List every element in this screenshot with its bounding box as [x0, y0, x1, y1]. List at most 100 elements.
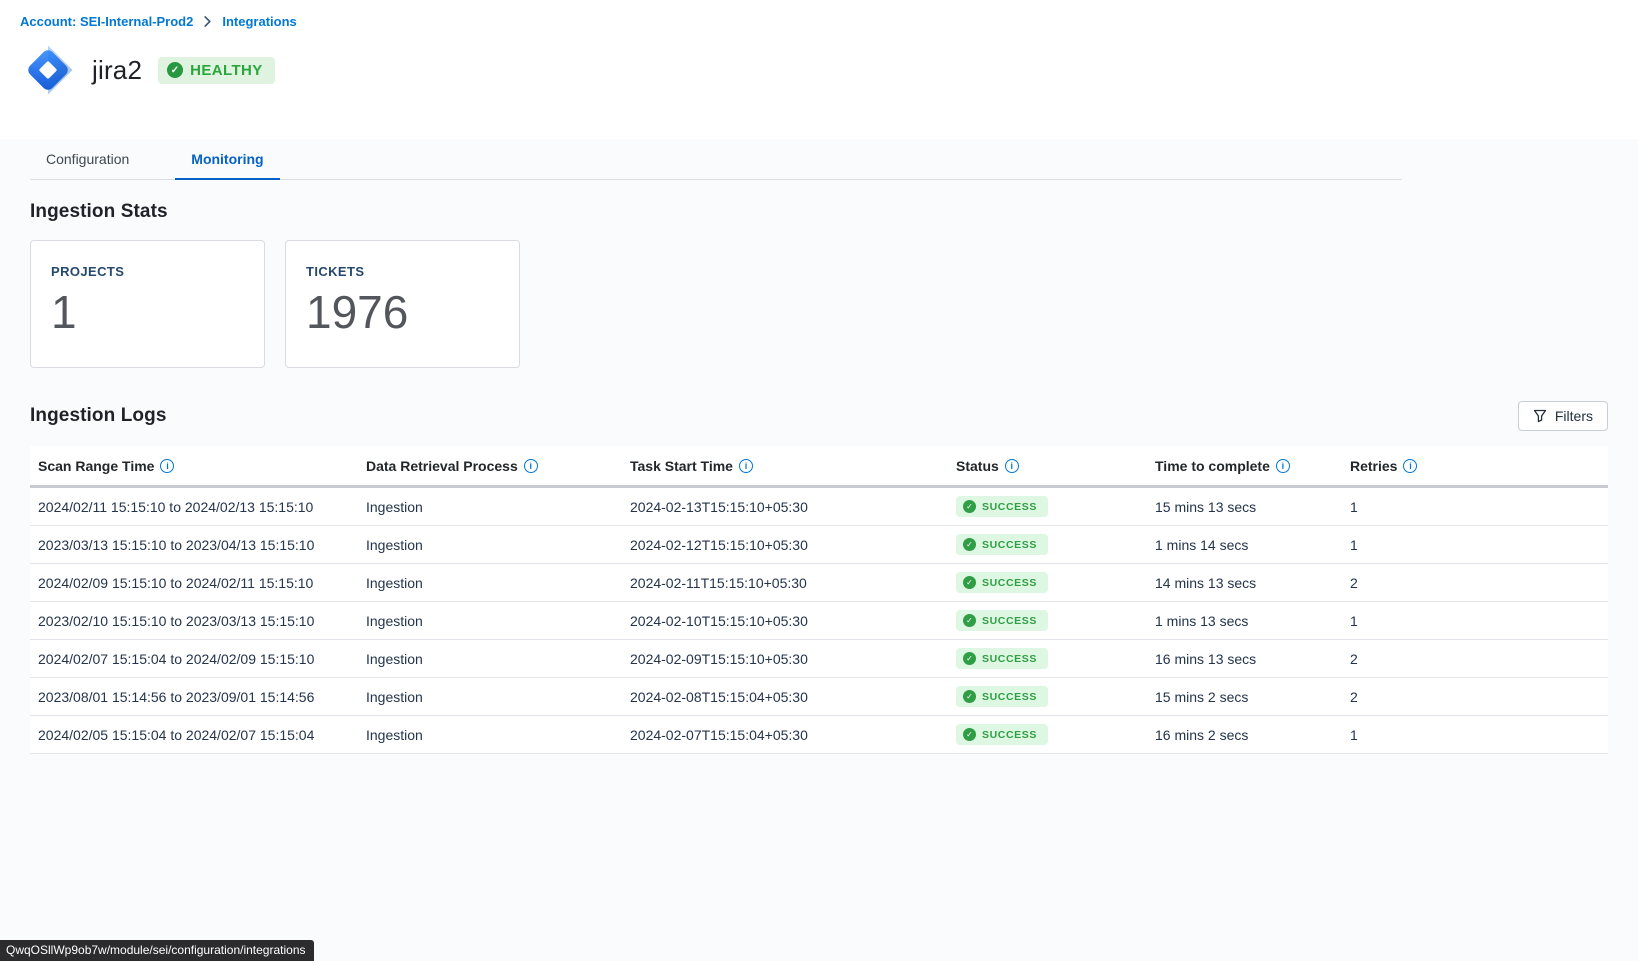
- column-header-retries: Retries: [1350, 458, 1397, 474]
- cell-scan-range: 2024/02/09 15:15:10 to 2024/02/11 15:15:…: [30, 564, 358, 602]
- tabbar: Configuration Monitoring: [0, 139, 1638, 180]
- cell-task-start: 2024-02-09T15:15:10+05:30: [622, 640, 948, 678]
- cell-retries: 1: [1342, 487, 1608, 526]
- info-icon[interactable]: i: [160, 459, 174, 473]
- ingestion-logs-title: Ingestion Logs: [30, 405, 167, 427]
- link-preview-statusbar: QwqOSllWp9ob7w/module/sei/configuration/…: [0, 940, 314, 961]
- table-row: 2024/02/05 15:15:04 to 2024/02/07 15:15:…: [30, 716, 1608, 754]
- table-row: 2023/08/01 15:14:56 to 2023/09/01 15:14:…: [30, 678, 1608, 716]
- jira-logo-icon: [20, 42, 76, 98]
- table-row: 2023/02/10 15:15:10 to 2023/03/13 15:15:…: [30, 602, 1608, 640]
- cell-retries: 2: [1342, 564, 1608, 602]
- info-icon[interactable]: i: [1276, 459, 1290, 473]
- cell-task-start: 2024-02-11T15:15:10+05:30: [622, 564, 948, 602]
- check-icon: ✓: [963, 690, 976, 703]
- check-icon: ✓: [963, 614, 976, 627]
- cell-process: Ingestion: [358, 487, 622, 526]
- cell-process: Ingestion: [358, 716, 622, 754]
- cell-scan-range: 2024/02/05 15:15:04 to 2024/02/07 15:15:…: [30, 716, 358, 754]
- table-row: 2024/02/09 15:15:10 to 2024/02/11 15:15:…: [30, 564, 1608, 602]
- status-label: SUCCESS: [982, 691, 1037, 703]
- check-icon: ✓: [963, 538, 976, 551]
- stat-label: PROJECTS: [51, 264, 244, 279]
- filter-funnel-icon: [1533, 409, 1547, 423]
- stats-cards: PROJECTS 1 TICKETS 1976: [30, 240, 1608, 368]
- cell-retries: 1: [1342, 716, 1608, 754]
- cell-time-to-complete: 15 mins 13 secs: [1147, 487, 1342, 526]
- cell-time-to-complete: 16 mins 13 secs: [1147, 640, 1342, 678]
- tab-monitoring[interactable]: Monitoring: [175, 139, 279, 180]
- cell-retries: 2: [1342, 678, 1608, 716]
- table-header-row: Scan Range Time i Data Retrieval Process i…: [30, 446, 1608, 487]
- stat-value: 1976: [306, 289, 499, 335]
- ingestion-logs-table: Scan Range Time i Data Retrieval Process i…: [30, 446, 1608, 754]
- cell-retries: 1: [1342, 602, 1608, 640]
- breadcrumb: Account: SEI-Internal-Prod2 Integrations: [20, 14, 1618, 29]
- cell-scan-range: 2023/08/01 15:14:56 to 2023/09/01 15:14:…: [30, 678, 358, 716]
- cell-scan-range: 2023/03/13 15:15:10 to 2023/04/13 15:15:…: [30, 526, 358, 564]
- cell-process: Ingestion: [358, 640, 622, 678]
- ingestion-logs-header: Ingestion Logs Filters: [30, 401, 1608, 431]
- cell-retries: 1: [1342, 526, 1608, 564]
- cell-process: Ingestion: [358, 564, 622, 602]
- info-icon[interactable]: i: [524, 459, 538, 473]
- cell-time-to-complete: 1 mins 14 secs: [1147, 526, 1342, 564]
- chevron-right-icon: [203, 16, 212, 27]
- health-badge-label: HEALTHY: [190, 62, 263, 79]
- status-label: SUCCESS: [982, 615, 1037, 627]
- main-content: Ingestion Stats PROJECTS 1 TICKETS 1976 …: [0, 201, 1638, 754]
- status-label: SUCCESS: [982, 501, 1037, 513]
- info-icon[interactable]: i: [1005, 459, 1019, 473]
- check-icon: ✓: [963, 728, 976, 741]
- cell-time-to-complete: 14 mins 13 secs: [1147, 564, 1342, 602]
- column-header-status: Status: [956, 458, 999, 474]
- status-badge: ✓ SUCCESS: [956, 648, 1048, 669]
- check-icon: ✓: [963, 576, 976, 589]
- column-header-data-retrieval-process: Data Retrieval Process: [366, 458, 518, 474]
- cell-time-to-complete: 15 mins 2 secs: [1147, 678, 1342, 716]
- cell-task-start: 2024-02-08T15:15:04+05:30: [622, 678, 948, 716]
- ingestion-stats-title: Ingestion Stats: [30, 201, 1608, 223]
- breadcrumb-account-link[interactable]: Account: SEI-Internal-Prod2: [20, 14, 193, 29]
- cell-task-start: 2024-02-10T15:15:10+05:30: [622, 602, 948, 640]
- check-icon: ✓: [963, 652, 976, 665]
- cell-scan-range: 2023/02/10 15:15:10 to 2023/03/13 15:15:…: [30, 602, 358, 640]
- status-badge: ✓ SUCCESS: [956, 686, 1048, 707]
- health-status-badge: ✓ HEALTHY: [158, 57, 275, 84]
- filters-button-label: Filters: [1555, 408, 1593, 424]
- cell-task-start: 2024-02-12T15:15:10+05:30: [622, 526, 948, 564]
- check-icon: ✓: [963, 500, 976, 513]
- table-row: 2023/03/13 15:15:10 to 2023/04/13 15:15:…: [30, 526, 1608, 564]
- cell-process: Ingestion: [358, 678, 622, 716]
- cell-process: Ingestion: [358, 526, 622, 564]
- status-badge: ✓ SUCCESS: [956, 572, 1048, 593]
- info-icon[interactable]: i: [1403, 459, 1417, 473]
- cell-task-start: 2024-02-13T15:15:10+05:30: [622, 487, 948, 526]
- table-row: 2024/02/07 15:15:04 to 2024/02/09 15:15:…: [30, 640, 1608, 678]
- status-badge: ✓ SUCCESS: [956, 724, 1048, 745]
- stat-card-tickets: TICKETS 1976: [285, 240, 520, 368]
- cell-process: Ingestion: [358, 602, 622, 640]
- cell-scan-range: 2024/02/07 15:15:04 to 2024/02/09 15:15:…: [30, 640, 358, 678]
- info-icon[interactable]: i: [739, 459, 753, 473]
- stat-value: 1: [51, 289, 244, 335]
- status-badge: ✓ SUCCESS: [956, 610, 1048, 631]
- column-header-task-start-time: Task Start Time: [630, 458, 733, 474]
- page-title: jira2: [92, 55, 142, 86]
- cell-retries: 2: [1342, 640, 1608, 678]
- column-header-time-to-complete: Time to complete: [1155, 458, 1270, 474]
- column-header-scan-range-time: Scan Range Time: [38, 458, 154, 474]
- table-row: 2024/02/11 15:15:10 to 2024/02/13 15:15:…: [30, 487, 1608, 526]
- status-label: SUCCESS: [982, 539, 1037, 551]
- cell-time-to-complete: 16 mins 2 secs: [1147, 716, 1342, 754]
- breadcrumb-integrations-link[interactable]: Integrations: [222, 14, 296, 29]
- stat-card-projects: PROJECTS 1: [30, 240, 265, 368]
- page-header: Account: SEI-Internal-Prod2 Integrations…: [0, 0, 1638, 139]
- status-label: SUCCESS: [982, 653, 1037, 665]
- check-icon: ✓: [167, 62, 183, 78]
- filters-button[interactable]: Filters: [1518, 401, 1608, 431]
- status-label: SUCCESS: [982, 729, 1037, 741]
- status-label: SUCCESS: [982, 577, 1037, 589]
- tab-configuration[interactable]: Configuration: [30, 139, 145, 180]
- status-badge: ✓ SUCCESS: [956, 496, 1048, 517]
